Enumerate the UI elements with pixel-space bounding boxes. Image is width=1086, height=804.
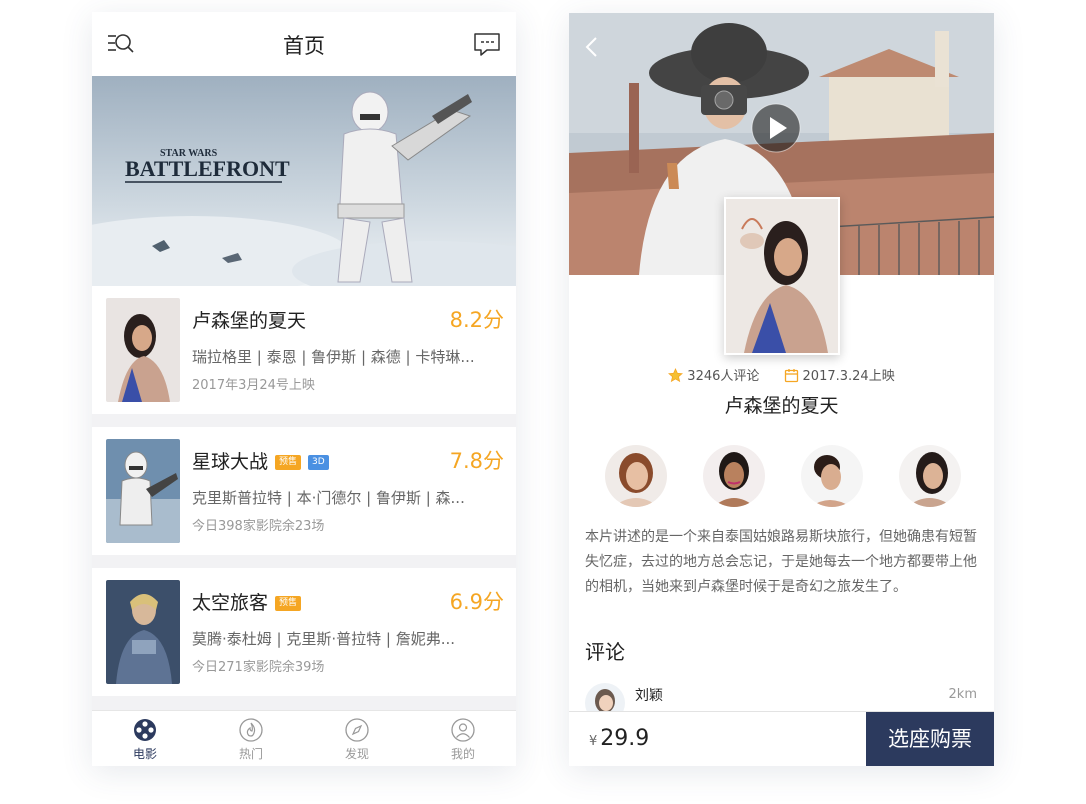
movie-poster bbox=[106, 580, 180, 684]
presale-badge: 预售 bbox=[275, 596, 302, 611]
movie-score: 7.8分 bbox=[449, 449, 504, 473]
tab-label: 我的 bbox=[450, 747, 475, 761]
review-count-text: 3246人评论 bbox=[687, 369, 760, 384]
banner-title-big: BATTLEFRONT bbox=[125, 156, 290, 181]
ticket-price: ¥29.9 bbox=[589, 726, 649, 751]
movie-cast: 克里斯普拉特 | 本·门德尔 | 鲁伊斯 | 森... bbox=[192, 489, 465, 507]
movie-release-info: 2017年3月24号上映 bbox=[192, 378, 315, 393]
message-icon[interactable] bbox=[472, 30, 502, 60]
movie-cast: 瑞拉格里 | 泰恩 | 鲁伊斯 | 森德 | 卡特琳... bbox=[192, 348, 475, 366]
back-arrow-icon[interactable] bbox=[581, 35, 603, 59]
3d-badge: 3D bbox=[308, 455, 329, 470]
movie-meta: 3246人评论 2017.3.24上映 bbox=[569, 365, 994, 384]
tab-movies[interactable]: 电影 bbox=[92, 711, 198, 766]
tab-discover[interactable]: 发现 bbox=[304, 711, 410, 766]
release-date: 2017.3.24上映 bbox=[784, 365, 895, 384]
comments-heading: 评论 bbox=[585, 640, 625, 664]
movie-card[interactable]: 太空旅客 预售 6.9分 莫腾·泰杜姆 | 克里斯·普拉特 | 詹妮弗... 今日… bbox=[92, 568, 516, 696]
detail-poster bbox=[724, 197, 840, 355]
film-reel-icon bbox=[134, 719, 156, 741]
tab-hot[interactable]: 热门 bbox=[198, 711, 304, 766]
tab-label: 热门 bbox=[238, 747, 263, 761]
movie-poster bbox=[106, 298, 180, 402]
purchase-bar: ¥29.9 选座购票 bbox=[569, 711, 994, 766]
tab-label: 电影 bbox=[132, 747, 157, 761]
movie-title-text: 太空旅客 bbox=[192, 592, 269, 614]
tab-label: 发现 bbox=[344, 747, 369, 761]
cast-avatars bbox=[605, 445, 961, 507]
movie-cast: 莫腾·泰杜姆 | 克里斯·普拉特 | 詹妮弗... bbox=[192, 630, 456, 648]
movie-card[interactable]: 星球大战 预售 3D 7.8分 克里斯普拉特 | 本·门德尔 | 鲁伊斯 | 森..… bbox=[92, 427, 516, 555]
compass-icon bbox=[345, 718, 369, 742]
top-nav-bar: 首页 bbox=[92, 12, 516, 76]
battlefront-banner-image: STAR WARS BATTLEFRONT bbox=[92, 76, 516, 286]
movie-showtimes: 今日398家影院余23场 bbox=[192, 519, 325, 534]
detail-title: 卢森堡的夏天 bbox=[724, 395, 839, 417]
select-seat-buy-button[interactable]: 选座购票 bbox=[866, 712, 994, 766]
movie-score: 8.2分 bbox=[449, 308, 504, 332]
movie-list-screen: 首页 STAR WARS BATTLEFRONT 卢森堡的夏天 8.2分 瑞拉格… bbox=[92, 12, 516, 766]
star-icon bbox=[668, 368, 684, 383]
movie-poster bbox=[106, 439, 180, 543]
cast-avatar[interactable] bbox=[899, 445, 961, 507]
play-button-icon[interactable] bbox=[751, 103, 801, 153]
tab-profile[interactable]: 我的 bbox=[410, 711, 516, 766]
user-icon bbox=[451, 718, 475, 742]
featured-banner[interactable]: STAR WARS BATTLEFRONT bbox=[92, 76, 516, 286]
movie-synopsis: 本片讲述的是一个来自泰国姑娘路易斯块旅行，但她确患有短暂失忆症，去过的地方总会忘… bbox=[585, 529, 977, 595]
review-count: 3246人评论 bbox=[668, 365, 759, 384]
price-value: 29.9 bbox=[600, 726, 650, 751]
movie-card[interactable]: 卢森堡的夏天 8.2分 瑞拉格里 | 泰恩 | 鲁伊斯 | 森德 | 卡特琳..… bbox=[92, 286, 516, 414]
movie-title: 卢森堡的夏天 bbox=[192, 310, 307, 332]
currency-symbol: ¥ bbox=[589, 734, 598, 749]
cast-avatar[interactable] bbox=[605, 445, 667, 507]
bottom-tab-bar: 电影 热门 发现 我的 bbox=[92, 710, 516, 766]
movie-title-text: 星球大战 bbox=[192, 451, 269, 473]
cast-avatar[interactable] bbox=[801, 445, 863, 507]
commenter-distance: 2km bbox=[948, 687, 977, 702]
commenter-name: 刘颖 bbox=[635, 688, 663, 704]
movie-title: 太空旅客 预售 bbox=[192, 588, 302, 615]
cast-avatar[interactable] bbox=[703, 445, 765, 507]
movie-detail-screen: 3246人评论 2017.3.24上映 卢森堡的夏天 本片讲述的是一个来自泰国姑… bbox=[569, 13, 994, 766]
comment-item[interactable]: 刘颖 2km bbox=[585, 683, 977, 723]
flame-icon bbox=[239, 718, 263, 742]
calendar-icon bbox=[784, 369, 798, 383]
page-title: 首页 bbox=[283, 34, 325, 58]
presale-badge: 预售 bbox=[275, 455, 302, 470]
release-date-text: 2017.3.24上映 bbox=[802, 369, 895, 384]
movie-score: 6.9分 bbox=[449, 590, 504, 614]
movie-showtimes: 今日271家影院余39场 bbox=[192, 660, 325, 675]
movie-title: 星球大战 预售 3D bbox=[192, 447, 329, 474]
